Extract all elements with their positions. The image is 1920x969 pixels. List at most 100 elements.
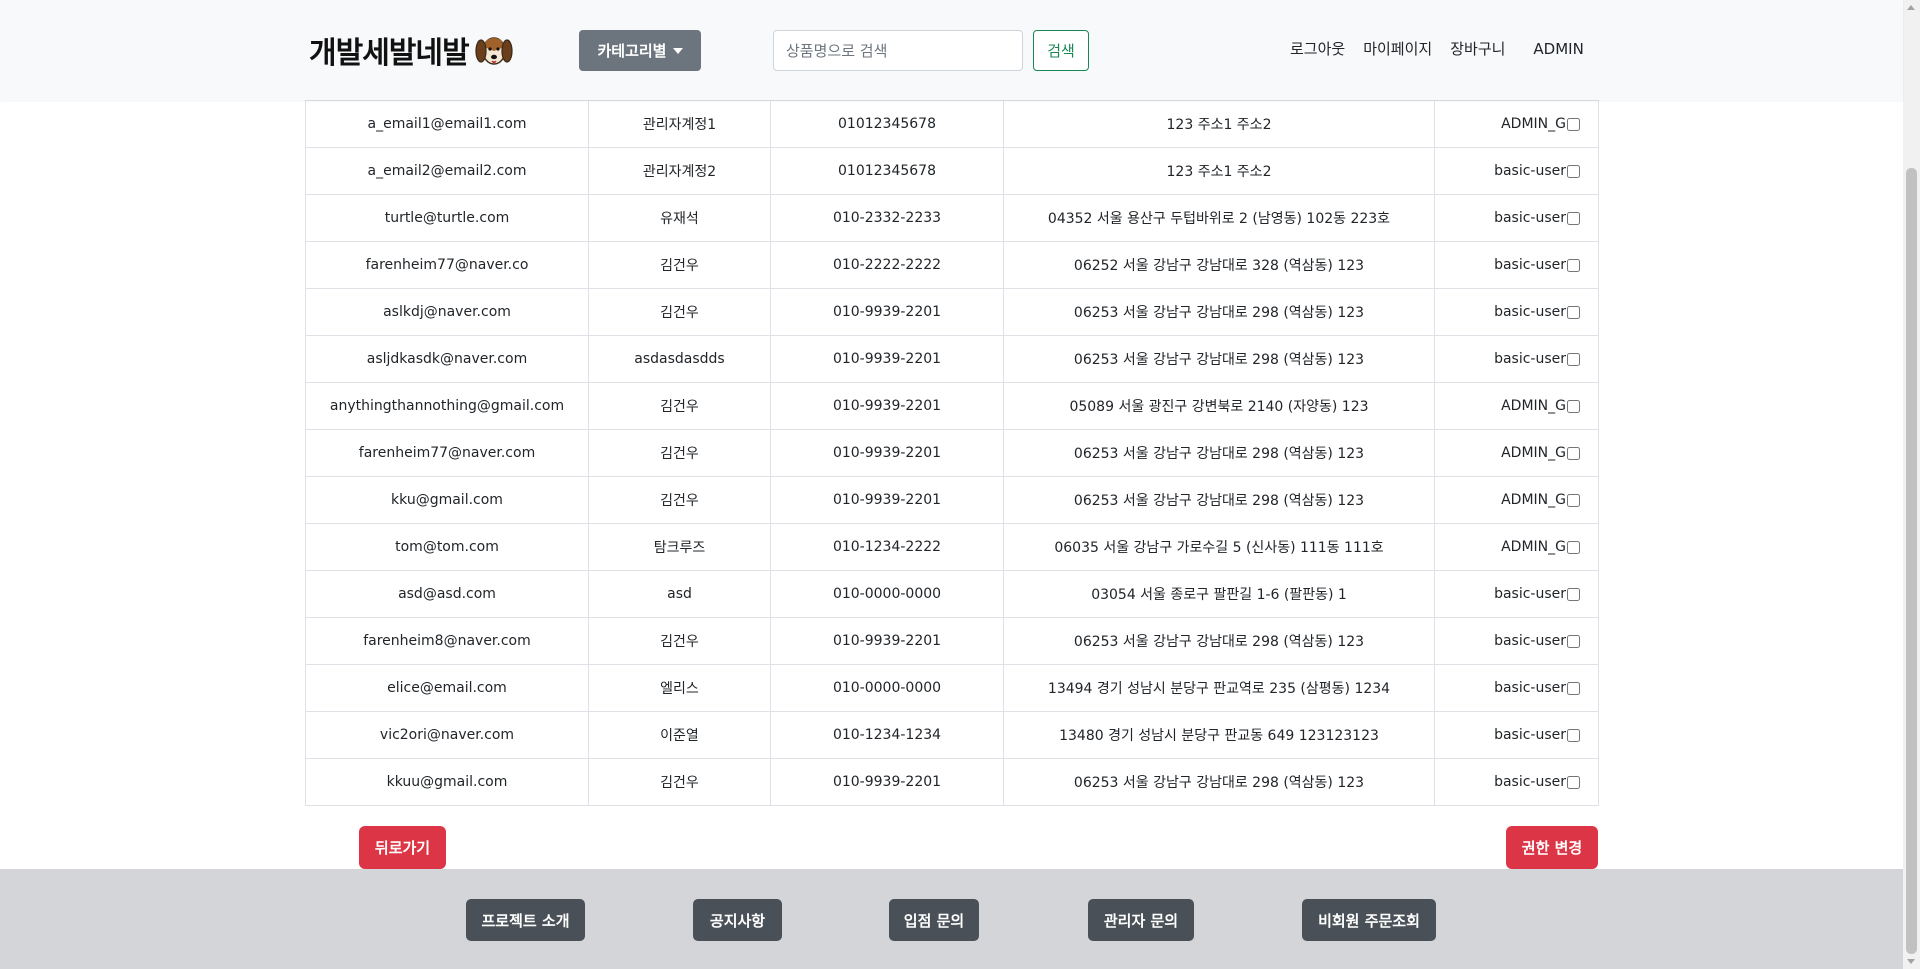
user-phone-cell: 010-9939-2201: [770, 288, 1004, 336]
user-row: turtle@turtle.com 유재석 010-2332-2233 04352 서…: [305, 194, 1599, 242]
user-select-checkbox[interactable]: [1567, 164, 1580, 178]
user-name-cell: 김건우: [588, 758, 771, 806]
user-role-cell: ADMIN_G: [1434, 429, 1599, 477]
role-select-wrap: basic-user: [1494, 586, 1580, 602]
user-address-cell: 06253 서울 강남구 강남대로 298 (역삼동) 123: [1003, 429, 1435, 477]
user-select-checkbox[interactable]: [1567, 540, 1580, 554]
user-role-cell: basic-user: [1434, 758, 1599, 806]
site-header: 개발세발네발 카테고리별 검색 로그아웃 마이페이지 장바구니 ADMIN: [0, 0, 1903, 100]
search-input[interactable]: [773, 30, 1023, 71]
user-select-checkbox[interactable]: [1567, 493, 1580, 507]
user-phone-cell: 010-9939-2201: [770, 758, 1004, 806]
user-address-cell: 06253 서울 강남구 강남대로 298 (역삼동) 123: [1003, 758, 1435, 806]
user-role-cell: ADMIN_G: [1434, 100, 1599, 148]
user-role-cell: basic-user: [1434, 194, 1599, 242]
role-select-wrap: basic-user: [1494, 774, 1580, 790]
user-email-cell: tom@tom.com: [305, 523, 589, 571]
role-select-wrap: ADMIN_G: [1501, 116, 1580, 132]
user-select-checkbox[interactable]: [1567, 728, 1580, 742]
user-address-cell: 04352 서울 용산구 두텁바위로 2 (남영동) 102동 223호: [1003, 194, 1435, 242]
top-nav: 로그아웃 마이페이지 장바구니 ADMIN: [1290, 38, 1584, 59]
user-select-checkbox[interactable]: [1567, 258, 1580, 272]
user-phone-cell: 010-9939-2201: [770, 382, 1004, 430]
category-dropdown-button[interactable]: 카테고리별: [579, 30, 701, 71]
page-scrollbar[interactable]: [1903, 0, 1920, 969]
scroll-down-arrow-icon[interactable]: [1907, 959, 1915, 964]
user-phone-cell: 010-9939-2201: [770, 617, 1004, 665]
user-table-body: a_email1@email1.com 관리자계정1 01012345678 123 …: [305, 100, 1599, 806]
user-address-cell: 06253 서울 강남구 강남대로 298 (역삼동) 123: [1003, 335, 1435, 383]
user-select-checkbox[interactable]: [1567, 634, 1580, 648]
user-role-label: basic-user: [1494, 304, 1566, 320]
user-role-cell: ADMIN_G: [1434, 382, 1599, 430]
role-select-wrap: basic-user: [1494, 210, 1580, 226]
footer-guest-order-lookup-button[interactable]: 비회원 주문조회: [1302, 899, 1436, 941]
user-role-label: basic-user: [1494, 351, 1566, 367]
user-email-cell: kkuu@gmail.com: [305, 758, 589, 806]
footer-project-intro-button[interactable]: 프로젝트 소개: [466, 899, 585, 941]
user-row: kkuu@gmail.com 김건우 010-9939-2201 06253 서울 강…: [305, 758, 1599, 806]
nav-logout-link[interactable]: 로그아웃: [1290, 38, 1345, 59]
role-select-wrap: ADMIN_G: [1501, 492, 1580, 508]
user-select-checkbox[interactable]: [1567, 211, 1580, 225]
user-select-checkbox[interactable]: [1567, 775, 1580, 789]
user-role-cell: ADMIN_G: [1434, 476, 1599, 524]
user-name-cell: asdasdasdds: [588, 335, 771, 383]
user-role-label: basic-user: [1494, 633, 1566, 649]
user-select-checkbox[interactable]: [1567, 446, 1580, 460]
site-logo[interactable]: 개발세발네발: [309, 28, 515, 72]
scroll-up-arrow-icon[interactable]: [1907, 5, 1915, 10]
role-select-wrap: basic-user: [1494, 163, 1580, 179]
user-name-cell: 탐크루즈: [588, 523, 771, 571]
nav-admin-link[interactable]: ADMIN: [1533, 40, 1583, 58]
user-table-container: a_email1@email1.com 관리자계정1 01012345678 123 …: [305, 100, 1599, 806]
user-row: a_email2@email2.com 관리자계정2 01012345678 123 …: [305, 147, 1599, 195]
user-select-checkbox[interactable]: [1567, 587, 1580, 601]
user-row: aslkdj@naver.com 김건우 010-9939-2201 06253 서울…: [305, 288, 1599, 336]
user-role-label: ADMIN_G: [1501, 398, 1566, 414]
user-email-cell: a_email1@email1.com: [305, 100, 589, 148]
caret-down-icon: [672, 47, 683, 54]
footer-notice-button[interactable]: 공지사항: [693, 899, 782, 941]
user-select-checkbox[interactable]: [1567, 305, 1580, 319]
back-button[interactable]: 뒤로가기: [359, 826, 446, 869]
user-phone-cell: 010-2332-2233: [770, 194, 1004, 242]
user-row: farenheim77@naver.com 김건우 010-9939-2201 062…: [305, 429, 1599, 477]
user-select-checkbox[interactable]: [1567, 399, 1580, 413]
user-row: vic2ori@naver.com 이준열 010-1234-1234 13480 경…: [305, 711, 1599, 759]
user-role-label: ADMIN_G: [1501, 445, 1566, 461]
footer-admin-inquiry-button[interactable]: 관리자 문의: [1088, 899, 1194, 941]
role-select-wrap: ADMIN_G: [1501, 539, 1580, 555]
search-button[interactable]: 검색: [1033, 30, 1089, 71]
user-select-checkbox[interactable]: [1567, 681, 1580, 695]
change-authority-button[interactable]: 권한 변경: [1506, 826, 1598, 869]
user-phone-cell: 010-0000-0000: [770, 664, 1004, 712]
user-address-cell: 06252 서울 강남구 강남대로 328 (역삼동) 123: [1003, 241, 1435, 289]
user-name-cell: 김건우: [588, 429, 771, 477]
user-phone-cell: 010-1234-2222: [770, 523, 1004, 571]
scrollbar-thumb[interactable]: [1906, 168, 1917, 954]
user-address-cell: 06253 서울 강남구 강남대로 298 (역삼동) 123: [1003, 288, 1435, 336]
user-email-cell: farenheim77@naver.co: [305, 241, 589, 289]
user-address-cell: 13480 경기 성남시 분당구 판교동 649 123123123: [1003, 711, 1435, 759]
user-phone-cell: 010-0000-0000: [770, 570, 1004, 618]
role-select-wrap: basic-user: [1494, 257, 1580, 273]
role-select-wrap: basic-user: [1494, 680, 1580, 696]
nav-mypage-link[interactable]: 마이페이지: [1363, 38, 1432, 59]
logo-text: 개발세발네발: [309, 36, 470, 71]
user-row: elice@email.com 엘리스 010-0000-0000 13494 경기 …: [305, 664, 1599, 712]
user-phone-cell: 010-9939-2201: [770, 429, 1004, 477]
user-name-cell: 김건우: [588, 617, 771, 665]
user-role-label: basic-user: [1494, 163, 1566, 179]
user-select-checkbox[interactable]: [1567, 117, 1580, 131]
role-select-wrap: basic-user: [1494, 351, 1580, 367]
user-name-cell: 김건우: [588, 288, 771, 336]
nav-cart-link[interactable]: 장바구니: [1450, 38, 1505, 59]
user-role-cell: basic-user: [1434, 335, 1599, 383]
user-email-cell: a_email2@email2.com: [305, 147, 589, 195]
footer-store-inquiry-button[interactable]: 입점 문의: [889, 899, 979, 941]
user-address-cell: 05089 서울 광진구 강변북로 2140 (자양동) 123: [1003, 382, 1435, 430]
user-phone-cell: 01012345678: [770, 147, 1004, 195]
user-select-checkbox[interactable]: [1567, 352, 1580, 366]
role-select-wrap: basic-user: [1494, 633, 1580, 649]
